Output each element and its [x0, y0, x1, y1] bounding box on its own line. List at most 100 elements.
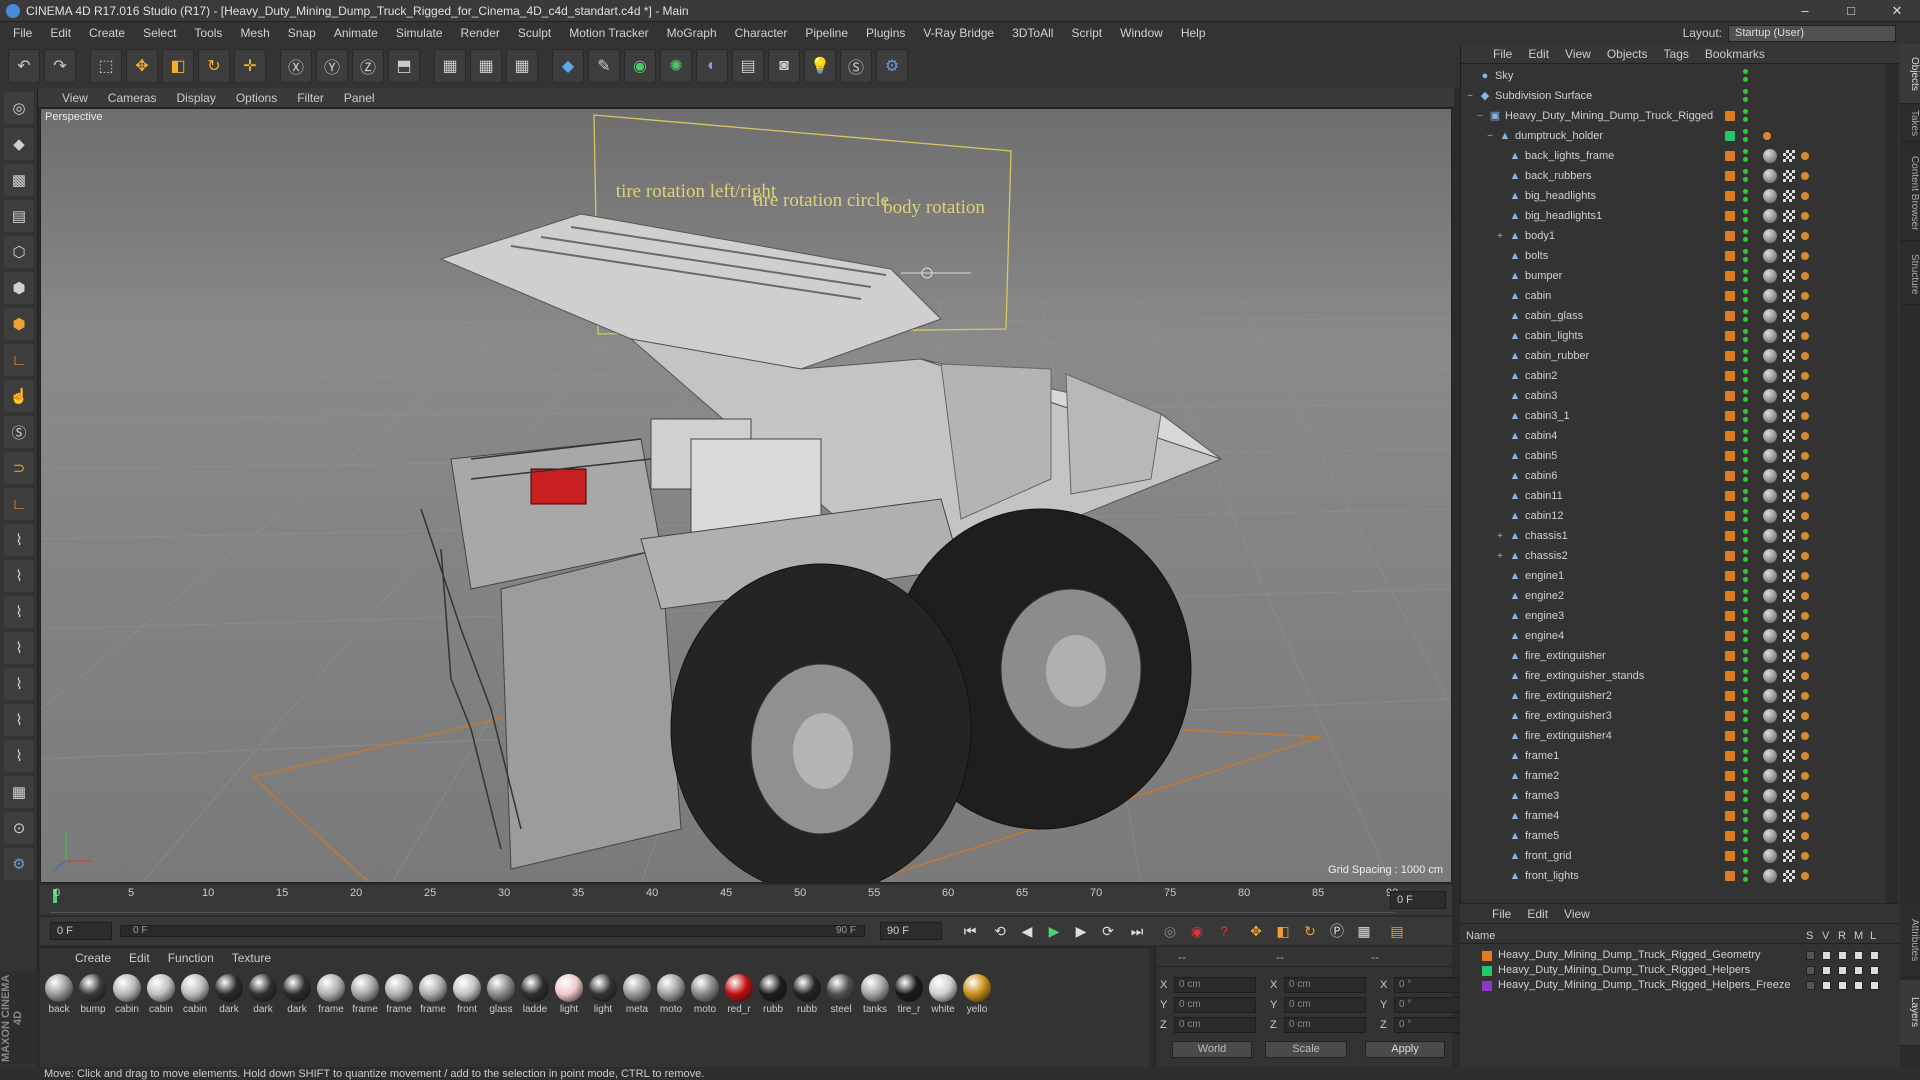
rotate-icon[interactable]: ↻ [198, 49, 230, 83]
expand-toggle-icon[interactable]: + [1495, 531, 1505, 542]
scale-key-icon[interactable]: ◧ [1271, 920, 1295, 942]
object-row[interactable]: ● Sky [1461, 66, 1886, 86]
layer-color-swatch[interactable] [1725, 531, 1735, 541]
visibility-dot-icon[interactable] [1743, 329, 1748, 334]
object-row[interactable]: ▲ cabin11 [1461, 486, 1886, 506]
material-tag-icon[interactable] [1763, 389, 1777, 403]
render-visibility-dot-icon[interactable] [1743, 657, 1748, 662]
phong-tag-icon[interactable] [1801, 752, 1809, 760]
layer-render-toggle[interactable] [1838, 981, 1847, 990]
brush-p-icon[interactable]: ⌇ [4, 560, 34, 592]
object-row[interactable]: ▲ bolts [1461, 246, 1886, 266]
layer-locked-toggle[interactable] [1870, 951, 1879, 960]
uvw-tag-icon[interactable] [1783, 630, 1795, 642]
visibility-dot-icon[interactable] [1743, 849, 1748, 854]
layer-locked-toggle[interactable] [1870, 966, 1879, 975]
rotation-h-field[interactable]: 0 ° [1394, 977, 1464, 993]
render-visibility-dot-icon[interactable] [1743, 437, 1748, 442]
visibility-dot-icon[interactable] [1743, 69, 1748, 74]
render-visibility-dot-icon[interactable] [1743, 617, 1748, 622]
menu-item[interactable]: Help [1172, 22, 1215, 44]
render-visibility-dot-icon[interactable] [1743, 537, 1748, 542]
visibility-dot-icon[interactable] [1743, 749, 1748, 754]
point-level-icon[interactable]: ▦ [1352, 920, 1376, 942]
visibility-dot-icon[interactable] [1743, 869, 1748, 874]
menu-item[interactable]: Script [1062, 22, 1111, 44]
polygons-mode-icon[interactable]: ⬢ [4, 308, 34, 340]
material-tag-icon[interactable] [1763, 729, 1777, 743]
object-row[interactable]: ▲ big_headlights [1461, 186, 1886, 206]
uvw-tag-icon[interactable] [1783, 310, 1795, 322]
object-row[interactable]: ▲ engine2 [1461, 586, 1886, 606]
uvw-tag-icon[interactable] [1783, 270, 1795, 282]
material-tag-icon[interactable] [1763, 249, 1777, 263]
layer-solo-toggle[interactable] [1806, 966, 1815, 975]
phong-tag-icon[interactable] [1801, 292, 1809, 300]
phong-tag-icon[interactable] [1801, 392, 1809, 400]
layer-menu-item[interactable]: File [1484, 907, 1519, 921]
layer-color-swatch[interactable] [1725, 571, 1735, 581]
render-visibility-dot-icon[interactable] [1743, 717, 1748, 722]
layer-color-swatch[interactable] [1725, 651, 1735, 661]
material-menu-item[interactable]: Edit [120, 951, 159, 965]
position-z-field[interactable]: 0 cm [1174, 1017, 1256, 1033]
material-swatch[interactable]: cabin [144, 974, 178, 1015]
object-row[interactable]: − ▲ dumptruck_holder [1461, 126, 1886, 146]
menu-item[interactable]: File [4, 22, 41, 44]
sculpt-smooth-icon[interactable]: ⌇ [4, 740, 34, 772]
material-tag-icon[interactable] [1763, 789, 1777, 803]
object-menu-item[interactable]: View [1557, 47, 1599, 61]
material-swatch[interactable]: yello [960, 974, 994, 1015]
vray-icon[interactable]: Ⓢ [840, 49, 872, 83]
menu-item[interactable]: Character [726, 22, 797, 44]
phong-tag-icon[interactable] [1801, 252, 1809, 260]
phong-tag-icon[interactable] [1801, 512, 1809, 520]
render-visibility-dot-icon[interactable] [1743, 397, 1748, 402]
material-menu-item[interactable]: Function [159, 951, 223, 965]
visibility-dot-icon[interactable] [1743, 609, 1748, 614]
layer-color-swatch[interactable] [1725, 291, 1735, 301]
layer-color-swatch[interactable] [1725, 391, 1735, 401]
subdivision-icon[interactable]: ◉ [624, 49, 656, 83]
render-visibility-dot-icon[interactable] [1743, 117, 1748, 122]
object-row[interactable]: ▲ cabin_glass [1461, 306, 1886, 326]
object-row[interactable]: ▲ cabin5 [1461, 446, 1886, 466]
render-visibility-dot-icon[interactable] [1743, 877, 1748, 882]
layer-color-swatch[interactable] [1482, 951, 1492, 961]
phong-tag-icon[interactable] [1801, 612, 1809, 620]
side-tab[interactable]: Attributes [1900, 903, 1920, 978]
uvw-tag-icon[interactable] [1783, 570, 1795, 582]
render-visibility-dot-icon[interactable] [1743, 637, 1748, 642]
uvw-tag-icon[interactable] [1783, 510, 1795, 522]
viewport-menu-item[interactable]: Panel [334, 91, 385, 105]
layer-color-swatch[interactable] [1725, 311, 1735, 321]
object-row[interactable]: ▲ frame4 [1461, 806, 1886, 826]
visibility-dot-icon[interactable] [1743, 489, 1748, 494]
start-frame-field[interactable]: 0 F [50, 922, 112, 940]
render-visibility-dot-icon[interactable] [1743, 497, 1748, 502]
visibility-dot-icon[interactable] [1743, 769, 1748, 774]
uvw-tag-icon[interactable] [1783, 450, 1795, 462]
phong-tag-icon[interactable] [1801, 832, 1809, 840]
transform-icon[interactable]: ✛ [234, 49, 266, 83]
render-picture-viewer-icon[interactable]: ▦ [470, 49, 502, 83]
layer-color-swatch[interactable] [1725, 871, 1735, 881]
viewport-menu-item[interactable]: Filter [287, 91, 334, 105]
visibility-dot-icon[interactable] [1743, 629, 1748, 634]
phong-tag-icon[interactable] [1801, 472, 1809, 480]
render-visibility-dot-icon[interactable] [1743, 97, 1748, 102]
uvw-tag-icon[interactable] [1783, 150, 1795, 162]
visibility-dot-icon[interactable] [1743, 289, 1748, 294]
object-row[interactable]: ▲ frame5 [1461, 826, 1886, 846]
locked-workplane-icon[interactable]: ∟ [4, 488, 34, 520]
points-mode-icon[interactable]: ⬡ [4, 236, 34, 268]
maximize-button[interactable]: □ [1828, 0, 1874, 22]
tweak-icon[interactable]: ☝ [4, 380, 34, 412]
go-to-end-icon[interactable]: ⏭ [1125, 920, 1149, 942]
object-row[interactable]: ▲ fire_extinguisher3 [1461, 706, 1886, 726]
size-y-field[interactable]: 0 cm [1284, 997, 1366, 1013]
expand-toggle-icon[interactable]: − [1475, 111, 1485, 122]
visibility-dot-icon[interactable] [1743, 469, 1748, 474]
material-swatch[interactable]: frame [416, 974, 450, 1015]
uvw-tag-icon[interactable] [1783, 250, 1795, 262]
